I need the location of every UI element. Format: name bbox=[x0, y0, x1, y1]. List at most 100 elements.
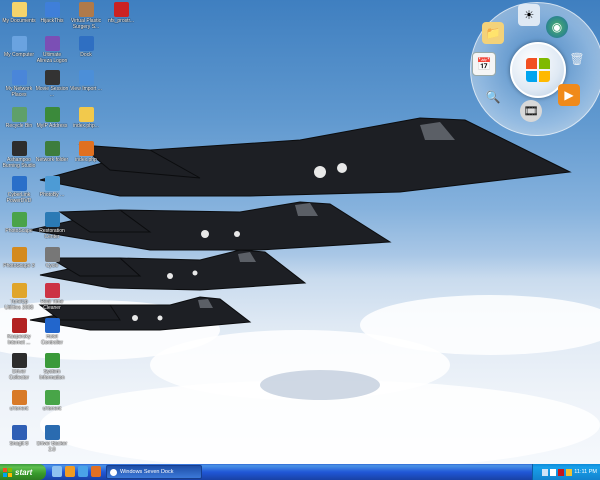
dvd-shortcut[interactable]: CyberLink PowerDVD bbox=[2, 176, 36, 204]
search-icon[interactable]: 🔍 bbox=[482, 86, 504, 108]
person-shortcut[interactable]: Virtual Plastic Surgery S... bbox=[69, 2, 103, 30]
person-icon bbox=[78, 2, 94, 17]
shortcut-label: HijackThis bbox=[40, 18, 64, 24]
recycle-bin-shortcut[interactable]: Recycle Bin bbox=[2, 107, 36, 129]
logon-shortcut[interactable]: Ultimate Alireza Logon bbox=[35, 36, 69, 64]
network-folder-shortcut[interactable]: Network folder bbox=[35, 141, 69, 163]
hijackthis-shortcut[interactable]: HijackThis bbox=[35, 2, 69, 24]
taskbar-button-windows-seven-dock[interactable]: Windows Seven Dock bbox=[106, 465, 202, 479]
dvd-icon bbox=[11, 176, 27, 191]
shortcut-label: Driver Backer 2.0 bbox=[36, 441, 68, 453]
weather-icon[interactable]: ☀ bbox=[518, 4, 540, 26]
globe-shortcut[interactable]: MyIP Address bbox=[35, 107, 69, 129]
folder-icon bbox=[78, 107, 94, 122]
cycle-icon bbox=[44, 247, 60, 262]
shortcut-label: uTorrent bbox=[42, 406, 62, 412]
shortcut-label: My Documents bbox=[2, 18, 36, 24]
quick-launch bbox=[52, 466, 101, 478]
internet-explorer-icon[interactable] bbox=[78, 466, 88, 477]
dock-app-icon bbox=[110, 468, 117, 476]
snagit-icon bbox=[11, 425, 27, 440]
photo-shortcut[interactable]: PhotoBy ... bbox=[35, 176, 69, 198]
shortcut-label: index.php bbox=[75, 157, 97, 163]
shortcut-label: Restoration Center bbox=[39, 228, 65, 240]
shortcut-label: Driver Collector bbox=[9, 369, 29, 381]
snagit-shortcut[interactable]: SnagIt 8 bbox=[2, 425, 36, 447]
game-icon bbox=[113, 2, 129, 17]
shortcut-label: Cycle bbox=[45, 263, 59, 269]
hotel-shortcut[interactable]: Hotel Controller bbox=[35, 318, 69, 346]
movie-icon bbox=[44, 70, 60, 85]
folder-documents-icon bbox=[11, 2, 27, 17]
photo-icon bbox=[44, 176, 60, 191]
shortcut-label: Ashampoo Burning Studio bbox=[2, 157, 36, 169]
shortcut-label: Recycle Bin bbox=[5, 123, 33, 129]
shortcut-label: View Import ... bbox=[70, 86, 102, 92]
torrent-icon bbox=[11, 390, 27, 405]
system-info-shortcut[interactable]: System Information bbox=[35, 353, 69, 381]
start-button[interactable]: start bbox=[0, 464, 46, 480]
driver-backup-icon bbox=[44, 425, 60, 440]
media-player-icon[interactable]: ▶ bbox=[558, 84, 580, 106]
utorrent-icon bbox=[44, 390, 60, 405]
movie-shortcut[interactable]: Movie Session ... bbox=[35, 70, 69, 98]
burn-shortcut[interactable]: Ashampoo Burning Studio bbox=[2, 141, 36, 169]
taskbar: start Windows Seven Dock 11:11 PM bbox=[0, 464, 600, 480]
system-tray: 11:11 PM bbox=[532, 464, 600, 480]
network-icon bbox=[11, 70, 27, 85]
tuneup-icon bbox=[11, 283, 27, 298]
paint-shortcut[interactable]: PhotoScape 3 bbox=[2, 247, 36, 269]
network-tray-icon[interactable] bbox=[542, 468, 549, 476]
kaspersky-icon bbox=[11, 318, 27, 333]
start-label: start bbox=[15, 467, 33, 477]
restore-icon bbox=[44, 212, 60, 227]
show-desktop-icon[interactable] bbox=[52, 466, 62, 477]
firefox-shortcut[interactable]: index.php bbox=[69, 141, 103, 163]
dock-shortcut[interactable]: Dock bbox=[69, 36, 103, 58]
shortcut-label: Movie Session ... bbox=[35, 86, 69, 98]
network-shortcut[interactable]: My Network Places bbox=[2, 70, 36, 98]
seven-dock[interactable]: ☀ ◉ 📁 🗑 📅 ▶ 🔍 🎞 bbox=[470, 2, 600, 136]
burn-icon bbox=[11, 141, 27, 156]
recycle-bin-icon[interactable]: 🗑 bbox=[566, 48, 588, 70]
shortcut-label: Hotel Controller bbox=[41, 334, 63, 346]
shortcut-label: Dock bbox=[80, 52, 92, 58]
media-player-icon[interactable] bbox=[65, 466, 75, 477]
cycle-shortcut[interactable]: Cycle bbox=[35, 247, 69, 269]
game-shortcut[interactable]: nfs_prostr... bbox=[104, 2, 138, 24]
cleaner-shortcut[interactable]: Real Time Cleaner bbox=[35, 283, 69, 311]
firefox-icon bbox=[78, 141, 94, 156]
shortcut-label: Network folder bbox=[35, 157, 69, 163]
folder-documents-shortcut[interactable]: My Documents bbox=[2, 2, 36, 24]
film-icon[interactable]: 🎞 bbox=[520, 100, 542, 122]
tuneup-shortcut[interactable]: TuneUp Utilities 2008 bbox=[2, 283, 36, 311]
desktop: My Documents HijackThis Virtual Plastic Su… bbox=[0, 0, 600, 464]
clock[interactable]: 11:11 PM bbox=[574, 469, 597, 475]
shortcut-label: System Information bbox=[39, 369, 65, 381]
photoscape-shortcut[interactable]: PhotoScape bbox=[2, 212, 36, 234]
shortcut-label: Virtual Plastic Surgery S... bbox=[70, 18, 102, 30]
utorrent-shortcut[interactable]: uTorrent bbox=[35, 390, 69, 412]
kaspersky-shortcut[interactable]: Kaspersky Internet ... bbox=[2, 318, 36, 346]
shortcut-label: MyIP Address bbox=[36, 123, 68, 129]
shortcut-label: My Computer bbox=[3, 52, 34, 58]
folder-shortcut[interactable]: index.php... bbox=[69, 107, 103, 129]
firefox-icon[interactable] bbox=[91, 466, 101, 477]
computer-shortcut[interactable]: My Computer bbox=[2, 36, 36, 58]
driver-backup-shortcut[interactable]: Driver Backer 2.0 bbox=[35, 425, 69, 453]
restore-shortcut[interactable]: Restoration Center bbox=[35, 212, 69, 240]
globe-icon bbox=[44, 107, 60, 122]
torrent-shortcut[interactable]: uTorrent bbox=[2, 390, 36, 412]
calendar-icon[interactable]: 📅 bbox=[472, 52, 496, 76]
traffic-light-shortcut[interactable]: Driver Collector bbox=[2, 353, 36, 381]
import-shortcut[interactable]: View Import ... bbox=[69, 70, 103, 92]
security-tray-icon[interactable] bbox=[566, 468, 573, 476]
paint-icon[interactable]: ◉ bbox=[546, 16, 568, 38]
hijackthis-icon bbox=[44, 2, 60, 17]
shortcut-label: PhotoScape bbox=[5, 228, 33, 234]
folder-icon[interactable]: 📁 bbox=[482, 22, 504, 44]
shortcut-label: My Network Places bbox=[5, 86, 33, 98]
volume-tray-icon[interactable] bbox=[550, 468, 557, 476]
kaspersky-tray-icon[interactable] bbox=[558, 468, 565, 476]
import-icon bbox=[78, 70, 94, 85]
